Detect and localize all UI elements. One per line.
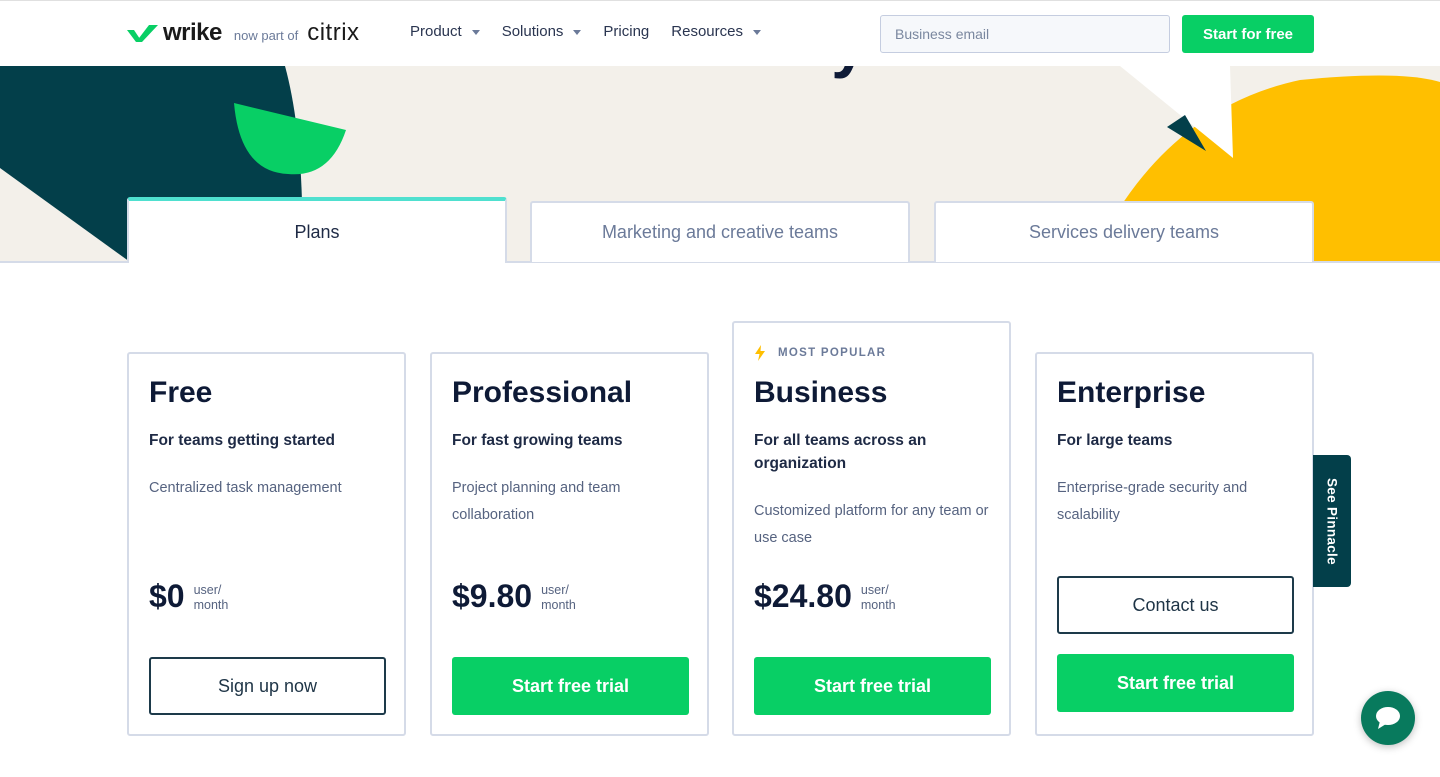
price-unit: user/month	[194, 583, 229, 613]
plan-tagline: For teams getting started	[149, 432, 336, 449]
badge-label: MOST POPULAR	[778, 347, 887, 359]
top-navbar: wrike now part of citrix Product Solutio…	[0, 0, 1440, 66]
contact-us-button[interactable]: Contact us	[1057, 576, 1294, 634]
wrike-check-icon	[127, 25, 158, 42]
price-unit-line1: user/	[193, 582, 222, 597]
nav-label: Resources	[671, 23, 743, 40]
chat-bubble-icon	[1376, 707, 1400, 729]
plan-card-enterprise: Enterprise For large teams Enterprise-gr…	[1035, 352, 1314, 736]
main-nav: Product Solutions Pricing Resources	[410, 23, 783, 40]
most-popular-badge: MOST POPULAR	[754, 345, 886, 361]
price-unit: user/month	[541, 583, 576, 613]
see-pinnacle-tab[interactable]: See Pinnacle	[1313, 455, 1351, 587]
price-unit-line2: month	[860, 597, 896, 612]
business-email-input[interactable]	[880, 15, 1170, 53]
price-unit-line2: month	[541, 597, 576, 612]
price-value: $24.80	[754, 578, 852, 614]
price-value: $9.80	[452, 578, 533, 614]
citrix-logo: citrix	[307, 19, 360, 46]
price-unit-line1: user/	[541, 582, 569, 597]
plan-card-free: Free For teams getting started Centraliz…	[127, 352, 406, 736]
tab-services-delivery[interactable]: Services delivery teams	[934, 201, 1314, 262]
nav-label: Product	[410, 23, 462, 40]
plan-card-business: MOST POPULAR Business For all teams acro…	[732, 321, 1011, 736]
plan-name: Professional	[452, 376, 633, 409]
plan-description: Centralized task management	[149, 480, 342, 496]
start-free-trial-button[interactable]: Start free trial	[1057, 654, 1294, 712]
plan-name: Business	[754, 376, 888, 409]
nav-item-pricing[interactable]: Pricing	[603, 23, 649, 40]
chevron-down-icon	[573, 30, 582, 35]
lightning-bolt-icon	[755, 345, 765, 361]
tab-marketing-creative[interactable]: Marketing and creative teams	[530, 201, 910, 262]
start-for-free-button[interactable]: Start for free	[1182, 15, 1314, 53]
plan-price: $9.80 user/month	[452, 578, 576, 615]
nav-label: Pricing	[603, 23, 650, 40]
nav-item-resources[interactable]: Resources	[671, 23, 761, 40]
logo[interactable]: wrike now part of citrix	[127, 19, 360, 47]
price-unit: user/month	[861, 583, 896, 613]
plan-tagline: For fast growing teams	[452, 432, 623, 449]
plan-name: Enterprise	[1057, 376, 1206, 409]
nav-item-solutions[interactable]: Solutions	[502, 23, 582, 40]
plan-tagline: For large teams	[1057, 432, 1173, 449]
price-unit-line1: user/	[860, 582, 889, 597]
logo-subtitle: now part of	[233, 27, 299, 43]
nav-label: Solutions	[501, 23, 564, 40]
plan-name: Free	[149, 376, 213, 409]
price-unit-line2: month	[193, 597, 229, 612]
plan-description: Enterprise-grade security and scalabilit…	[1057, 480, 1248, 523]
chat-button[interactable]	[1361, 691, 1415, 745]
plan-description: Customized platform for any team or use …	[754, 503, 989, 546]
plan-tagline: For all teams across an organization	[754, 432, 927, 472]
start-free-trial-button[interactable]: Start free trial	[754, 657, 991, 715]
side-tab-label: See Pinnacle	[1324, 477, 1340, 565]
sign-up-now-button[interactable]: Sign up now	[149, 657, 386, 715]
price-value: $0	[149, 578, 185, 614]
start-free-trial-button[interactable]: Start free trial	[452, 657, 689, 715]
chevron-down-icon	[471, 30, 480, 35]
chevron-down-icon	[752, 30, 761, 35]
tab-plans[interactable]: Plans	[127, 197, 507, 263]
plan-description: Project planning and team collaboration	[452, 480, 621, 523]
plan-price: $24.80 user/month	[754, 578, 896, 615]
nav-item-product[interactable]: Product	[410, 23, 480, 40]
plan-card-professional: Professional For fast growing teams Proj…	[430, 352, 709, 736]
plan-price: $0 user/month	[149, 578, 228, 615]
logo-wordmark: wrike	[163, 19, 222, 46]
